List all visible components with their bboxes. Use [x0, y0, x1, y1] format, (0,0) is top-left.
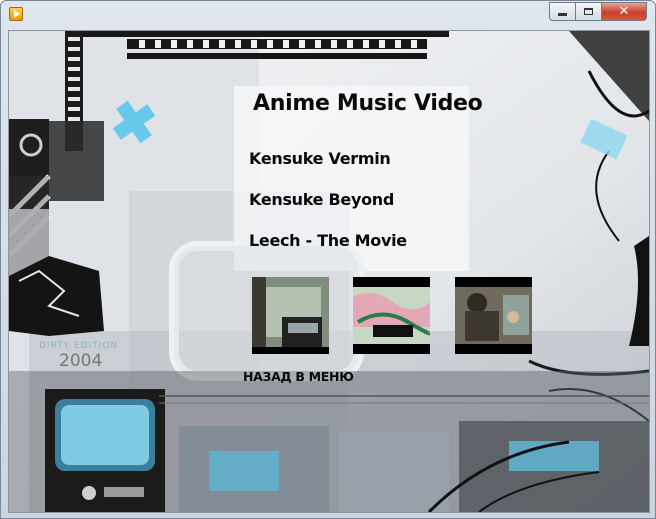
maximize-button[interactable] [576, 2, 602, 21]
year-label: 2004 [59, 351, 103, 371]
title-bar[interactable]: ✕ [1, 1, 655, 27]
maximize-icon [584, 8, 593, 15]
minimize-button[interactable] [549, 2, 576, 21]
menu-item-leech-the-movie[interactable]: Leech - The Movie [249, 231, 407, 250]
menu-item-kensuke-beyond[interactable]: Kensuke Beyond [249, 190, 394, 209]
back-to-menu-button[interactable]: НАЗАД В МЕНЮ [243, 369, 354, 384]
thumbnail-3-image [455, 277, 532, 354]
edition-label: DIRTY EDITION [39, 341, 119, 351]
thumbnail-3[interactable] [455, 277, 532, 354]
app-window: ✕ DIRTY EDITION 2004 Anime Music Video K… [0, 0, 656, 519]
dvd-menu-viewport: DIRTY EDITION 2004 Anime Music Video Ken… [8, 30, 650, 513]
menu-item-kensuke-vermin[interactable]: Kensuke Vermin [249, 149, 391, 168]
minimize-icon [558, 13, 567, 16]
thumbnail-2[interactable] [353, 277, 430, 354]
window-controls: ✕ [549, 2, 647, 21]
close-icon: ✕ [618, 4, 630, 19]
media-player-icon[interactable] [9, 7, 23, 21]
close-button[interactable]: ✕ [602, 2, 647, 21]
menu-title: Anime Music Video [253, 91, 483, 116]
thumbnail-1[interactable] [252, 277, 329, 354]
thumbnail-1-image [252, 277, 329, 354]
thumbnail-2-image [353, 277, 430, 354]
